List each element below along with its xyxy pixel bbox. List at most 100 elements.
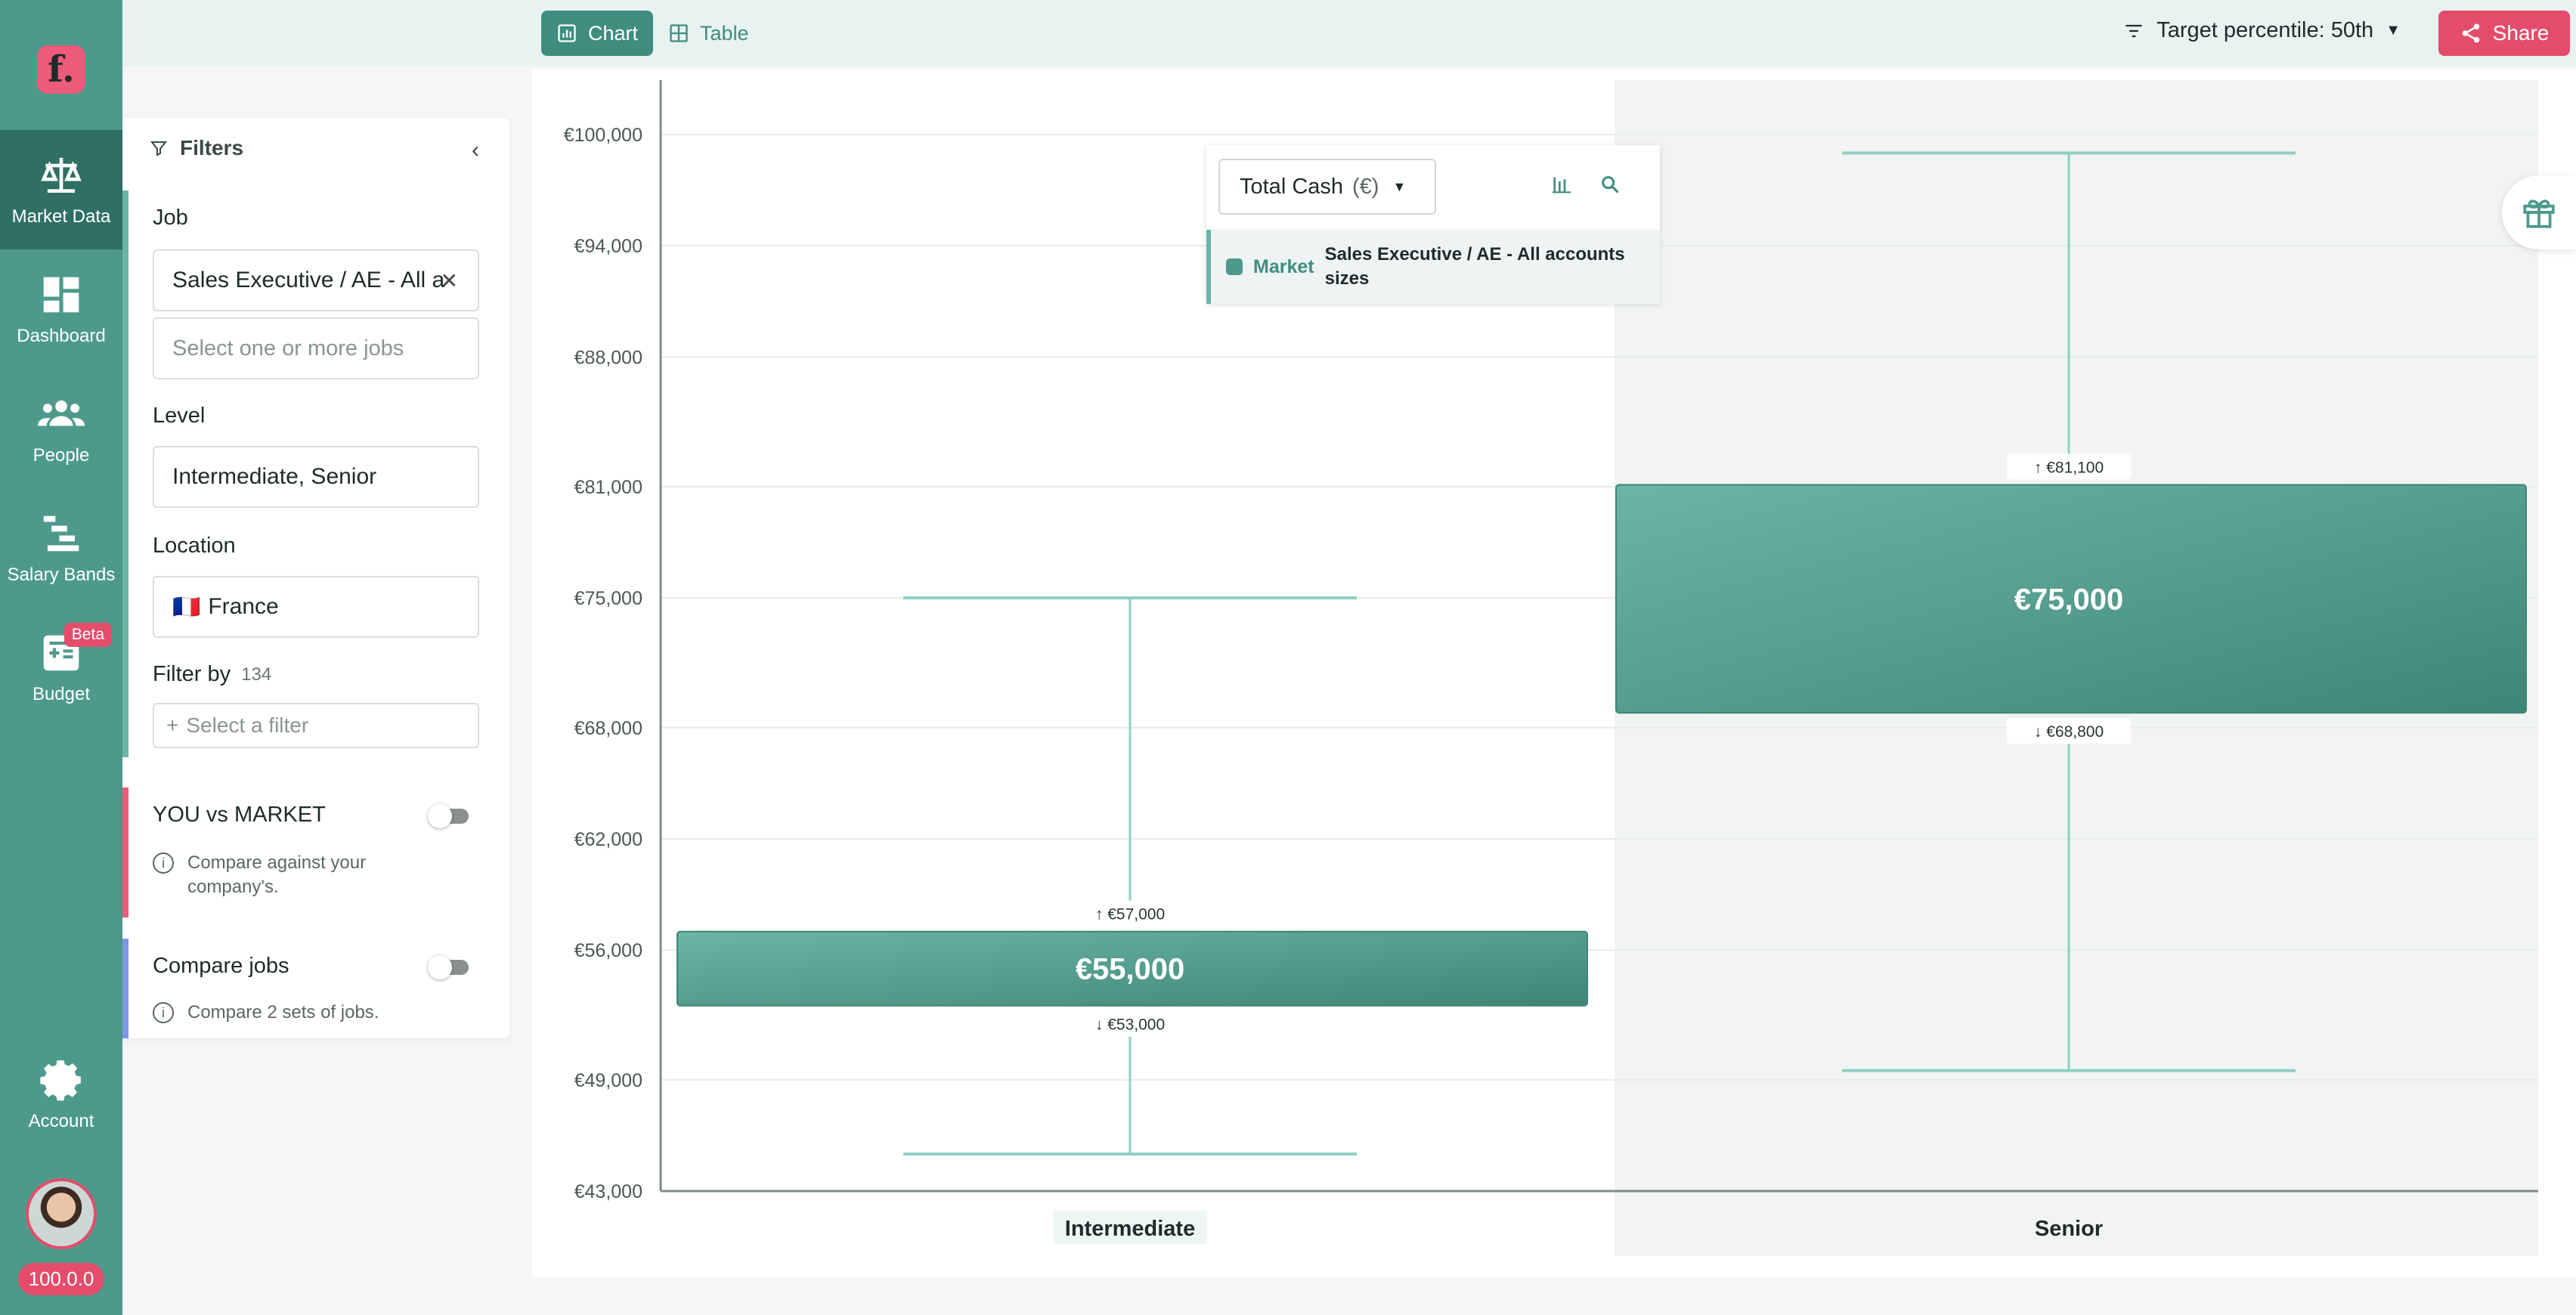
filter-lines-icon	[2126, 24, 2142, 37]
app-logo[interactable]: f.	[37, 45, 85, 94]
filter-select-input[interactable]: + Select a filter	[153, 703, 479, 748]
lower-value-label: ↓ €68,800	[2034, 723, 2104, 741]
logo-text: f.	[48, 48, 75, 91]
metric-label: Total Cash	[1240, 174, 1344, 199]
info-text: Compare against your company's.	[187, 852, 367, 897]
beta-badge: Beta	[63, 623, 112, 647]
you-vs-market-label: YOU vs MARKET	[153, 803, 326, 827]
metric-unit: (€)	[1352, 174, 1379, 199]
compare-jobs-label: Compare jobs	[153, 954, 289, 978]
nav-item-account[interactable]: Account	[0, 1038, 122, 1151]
chart-legend: Total Cash (€) ▼ Market Sales Executive …	[1206, 145, 1660, 304]
nav-label: Market Data	[11, 206, 111, 227]
metric-select[interactable]: Total Cash (€) ▼	[1218, 159, 1436, 215]
table-icon	[670, 24, 688, 42]
filter-placeholder: Select a filter	[186, 713, 309, 737]
y-tick-label: €43,000	[574, 1181, 642, 1202]
info-text: Compare 2 sets of jobs.	[187, 1002, 379, 1023]
share-icon	[2462, 23, 2479, 43]
y-tick-label: €49,000	[574, 1070, 642, 1091]
info-icon: i	[153, 852, 174, 874]
france-flag-icon: 🇫🇷	[172, 594, 201, 620]
bar-chart-icon	[558, 24, 576, 42]
main-nav: f. Market Data Dashboard People Salary B…	[0, 0, 122, 1315]
gift-button[interactable]	[2502, 175, 2576, 249]
version-badge: 100.0.0	[17, 1263, 105, 1295]
tab-chart[interactable]: Chart	[541, 11, 654, 56]
you-vs-market-info: i Compare against your company's.	[153, 851, 402, 899]
filter-count: 134	[241, 664, 272, 685]
plus-icon: +	[166, 713, 179, 737]
category-label: Senior	[2035, 1217, 2103, 1241]
compare-jobs-accent	[122, 939, 128, 1038]
compare-jobs-toggle[interactable]	[428, 955, 469, 979]
nav-label: Dashboard	[17, 326, 106, 346]
y-tick-label: €68,000	[574, 718, 642, 739]
nav-label: Budget	[32, 684, 91, 704]
scale-icon	[41, 157, 82, 193]
legend-job-label: Sales Executive / AE - All accounts size…	[1324, 244, 1625, 289]
nav-item-dashboard[interactable]: Dashboard	[0, 249, 122, 369]
filters-header: Filters	[150, 136, 243, 160]
y-tick-label: €88,000	[574, 347, 642, 368]
nav-item-salary-bands[interactable]: Salary Bands	[0, 488, 122, 608]
nav-label: Salary Bands	[7, 565, 116, 585]
nav-item-market-data[interactable]: Market Data	[0, 130, 122, 249]
you-vs-market-accent	[122, 787, 128, 917]
info-icon: i	[153, 1002, 174, 1023]
location-value: France	[208, 594, 279, 619]
top-bar: Chart Table Target percentile: 50th ▼ Sh…	[122, 0, 2576, 67]
caret-down-icon: ▼	[1392, 178, 1407, 194]
filter-by-label: Filter by 134	[153, 662, 271, 687]
tab-label: Chart	[588, 21, 639, 45]
job-chip-value: Sales Executive / AE - All a	[172, 268, 445, 292]
close-icon[interactable]: ✕	[441, 268, 458, 293]
level-select[interactable]: Intermediate, Senior	[153, 446, 479, 508]
y-tick-label: €75,000	[574, 588, 642, 609]
user-avatar[interactable]	[26, 1178, 97, 1249]
job-search-input[interactable]: Select one or more jobs	[153, 317, 479, 379]
nav-label: People	[33, 445, 90, 466]
you-vs-market-toggle[interactable]	[428, 804, 469, 828]
percentile-label: Target percentile: 50th	[2156, 18, 2374, 42]
percentile-select[interactable]: Target percentile: 50th ▼	[2123, 18, 2401, 43]
category-label: Intermediate	[1065, 1217, 1195, 1241]
salary-bands-icon	[43, 515, 79, 552]
tab-label: Table	[700, 21, 749, 45]
filters-accent	[122, 190, 128, 757]
caret-down-icon: ▼	[2386, 22, 2401, 39]
location-label: Location	[153, 534, 236, 558]
nav-bottom: Account 100.0.0	[0, 1038, 122, 1315]
tab-table[interactable]: Table	[653, 11, 764, 56]
y-tick-label: €100,000	[564, 125, 642, 146]
nav-item-people[interactable]: People	[0, 369, 122, 488]
chart-type-icon[interactable]	[1550, 172, 1574, 196]
search-icon[interactable]	[1599, 174, 1621, 195]
lower-value-label: ↓ €53,000	[1095, 1016, 1165, 1034]
chart-card: €43,000 €49,000 €56,000 €62,000 €68,000 €75,0…	[532, 70, 2576, 1277]
funnel-icon	[150, 141, 168, 156]
level-label: Level	[153, 404, 206, 428]
y-tick-label: €56,000	[574, 940, 642, 961]
job-label: Job	[153, 206, 188, 230]
legend-item-market[interactable]: Market Sales Executive / AE - All accoun…	[1206, 230, 1660, 304]
location-select[interactable]: 🇫🇷 France	[153, 576, 479, 638]
legend-swatch	[1226, 258, 1243, 275]
nav-item-budget[interactable]: Budget Beta	[0, 608, 122, 727]
legend-market-label: Market	[1253, 255, 1314, 277]
nav-label: Account	[28, 1111, 94, 1131]
job-chip-field[interactable]: Sales Executive / AE - All a ✕	[153, 249, 479, 311]
collapse-chevron-icon[interactable]: ‹	[472, 138, 479, 163]
upper-value-label: ↑ €57,000	[1095, 906, 1165, 924]
gear-icon	[40, 1060, 81, 1101]
filter-by-text: Filter by	[153, 662, 231, 686]
share-button[interactable]: Share	[2438, 11, 2570, 56]
upper-value-label: ↑ €81,100	[2034, 459, 2104, 477]
dashboard-icon	[43, 277, 79, 313]
y-tick-label: €81,000	[574, 477, 642, 498]
y-tick-label: €94,000	[574, 236, 642, 257]
median-label: €55,000	[1076, 953, 1185, 986]
median-label: €75,000	[2014, 583, 2124, 616]
gift-icon	[2523, 200, 2555, 228]
compare-jobs-info: i Compare 2 sets of jobs.	[153, 1001, 379, 1025]
